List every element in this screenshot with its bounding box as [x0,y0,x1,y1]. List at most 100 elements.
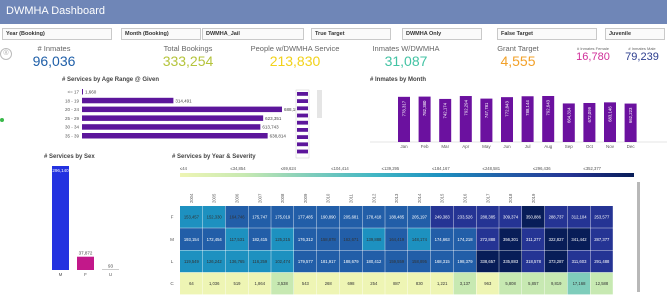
month-bar-label: 662,223 [628,107,633,123]
heat-year-label: 2005 [212,193,217,203]
registered-mark-icon: ® [0,48,12,60]
heat-cell-label: 158,878 [321,237,337,242]
heat-cell-label: 887 [393,281,401,286]
kpi-inmates-female: # Inmates Female 16,780 [568,46,618,63]
heat-cell-label: 119,549 [184,259,199,264]
sex-bar-label: 37,872 [79,251,93,256]
heat-cell-label: 181,917 [321,259,337,264]
heat-legend-label: ≤248,581 [483,166,501,171]
heat-legend-label: ≤139,295 [382,166,400,171]
kpi-value: 16,780 [576,51,610,63]
heat-cell-label: 543 [302,281,310,286]
kpi-value: 96,036 [32,53,76,69]
sex-bar-label: 93 [108,264,114,269]
filter-dwmha-jail[interactable]: DWMHA_Jail [202,28,304,40]
heat-cell-label: 175,747 [252,215,268,220]
heat-row-label: M [170,237,174,242]
month-tick-label: Apr [462,144,470,149]
kpi-value: 79,239 [625,51,659,63]
filter-juvenile[interactable]: Juvenile [605,28,665,40]
heat-cell-label: 179,577 [298,259,314,264]
heat-cell-label: 182,415 [252,237,268,242]
heat-cell-label: 17,168 [573,281,586,286]
heat-legend-bar [180,173,634,177]
heat-year-label: 2014 [417,193,422,203]
age-bar [82,115,264,121]
heat-cell-label: 193,154 [184,237,200,242]
heat-cell-label: 322,827 [549,237,565,242]
age-overview-bar [297,142,308,147]
filter-year-booking[interactable]: Year (Booking) [2,28,112,40]
heat-cell-label: 338,657 [480,259,496,264]
kpi-label: Inmates W/DWMHA [372,44,440,53]
heat-row-label: F [171,215,174,220]
heat-year-label: 2009 [303,193,308,203]
heat-cell-label: 164,746 [229,215,245,220]
age-overview-bar [297,99,308,103]
heat-cell-label: 172,454 [207,237,223,242]
heat-year-label: 2006 [235,193,240,203]
sex-tick-label: F [84,272,87,277]
kpi-label: Grant Target [497,44,539,53]
heat-cell-label: 318,578 [526,259,542,264]
month-tick-label: Mar [441,144,449,149]
heat-year-label: 2013 [394,193,399,203]
heat-cell-label: 164,419 [389,237,405,242]
heat-year-label: 2007 [257,193,262,203]
age-tick-label: 35 - 39 [65,134,80,139]
month-tick-label: Jul [525,144,531,149]
heat-year-label: 2015 [440,193,445,203]
filter-false-target[interactable]: False Target [497,28,597,40]
age-tick-label: 30 - 34 [65,125,80,130]
heat-cell-label: 254 [370,281,378,286]
heat-cell-label: 159,559 [389,259,405,264]
heat-cell-label: 178,418 [366,215,382,220]
month-bar-label: 772,843 [505,101,510,117]
age-bar-label: 1,660 [85,90,97,95]
age-bar [82,133,268,139]
kpi-total-bookings: Total Bookings 333,254 [146,44,230,69]
heat-cell-label: 373,287 [549,259,565,264]
sex-bar-chart: 296,140 M 37,872 F 93 U [52,166,119,277]
age-tick-label: 20 - 24 [65,107,80,112]
heat-year-label: 2017 [485,193,490,203]
heat-cell-label: 174,663 [435,237,451,242]
heat-cell-label: 253,577 [594,215,610,220]
month-chart-title: # Inmates by Month [370,77,427,83]
heat-cell-label: 126,242 [207,259,223,264]
month-tick-label: Nov [606,144,615,149]
heat-scrollbar [637,182,640,292]
heat-cell-label: 168,315 [435,259,451,264]
heat-cell-label: 312,104 [571,215,587,220]
heat-cell-label: 139,888 [366,237,382,242]
heat-cell-label: 233,526 [457,215,473,220]
month-tick-label: Jun [503,144,511,149]
heat-cell-label: 272,888 [480,237,496,242]
heat-cell-label: 12,588 [595,281,608,286]
heat-legend-label: ≤69,624 [281,166,297,171]
heat-cell-label: 5,808 [505,281,516,286]
heat-year-label: 2011 [349,193,354,203]
heat-cell-label: 350,886 [526,215,542,220]
age-scrollbar [317,90,322,118]
filter-true-target[interactable]: True Target [311,28,391,40]
age-overview-bar [297,92,308,96]
heat-cell-label: 1,036 [209,281,220,286]
filter-dwmha-only[interactable]: DWMHA Only [402,28,482,40]
heat-cell-label: 311,603 [572,259,587,264]
heat-cell-label: 1,864 [255,281,266,286]
kpi-value: 4,555 [500,53,536,69]
heat-cell-label: 335,883 [503,259,519,264]
sex-bar [102,269,119,270]
heat-cell-label: 175,019 [275,215,291,220]
heat-cell-label: 188,679 [343,259,359,264]
heat-cell-label: 174,218 [457,237,473,242]
heat-legend-label: ≤296,436 [533,166,551,171]
heat-cell-label: 152,330 [207,215,223,220]
filter-month-booking[interactable]: Month (Booking) [121,28,201,40]
heat-cell-label: 698 [348,281,356,286]
heat-cell-label: 291,488 [594,259,610,264]
heat-year-label: 2019 [531,193,536,203]
age-bar [82,97,174,104]
kpi-grant-target: Grant Target 4,555 [480,44,556,69]
